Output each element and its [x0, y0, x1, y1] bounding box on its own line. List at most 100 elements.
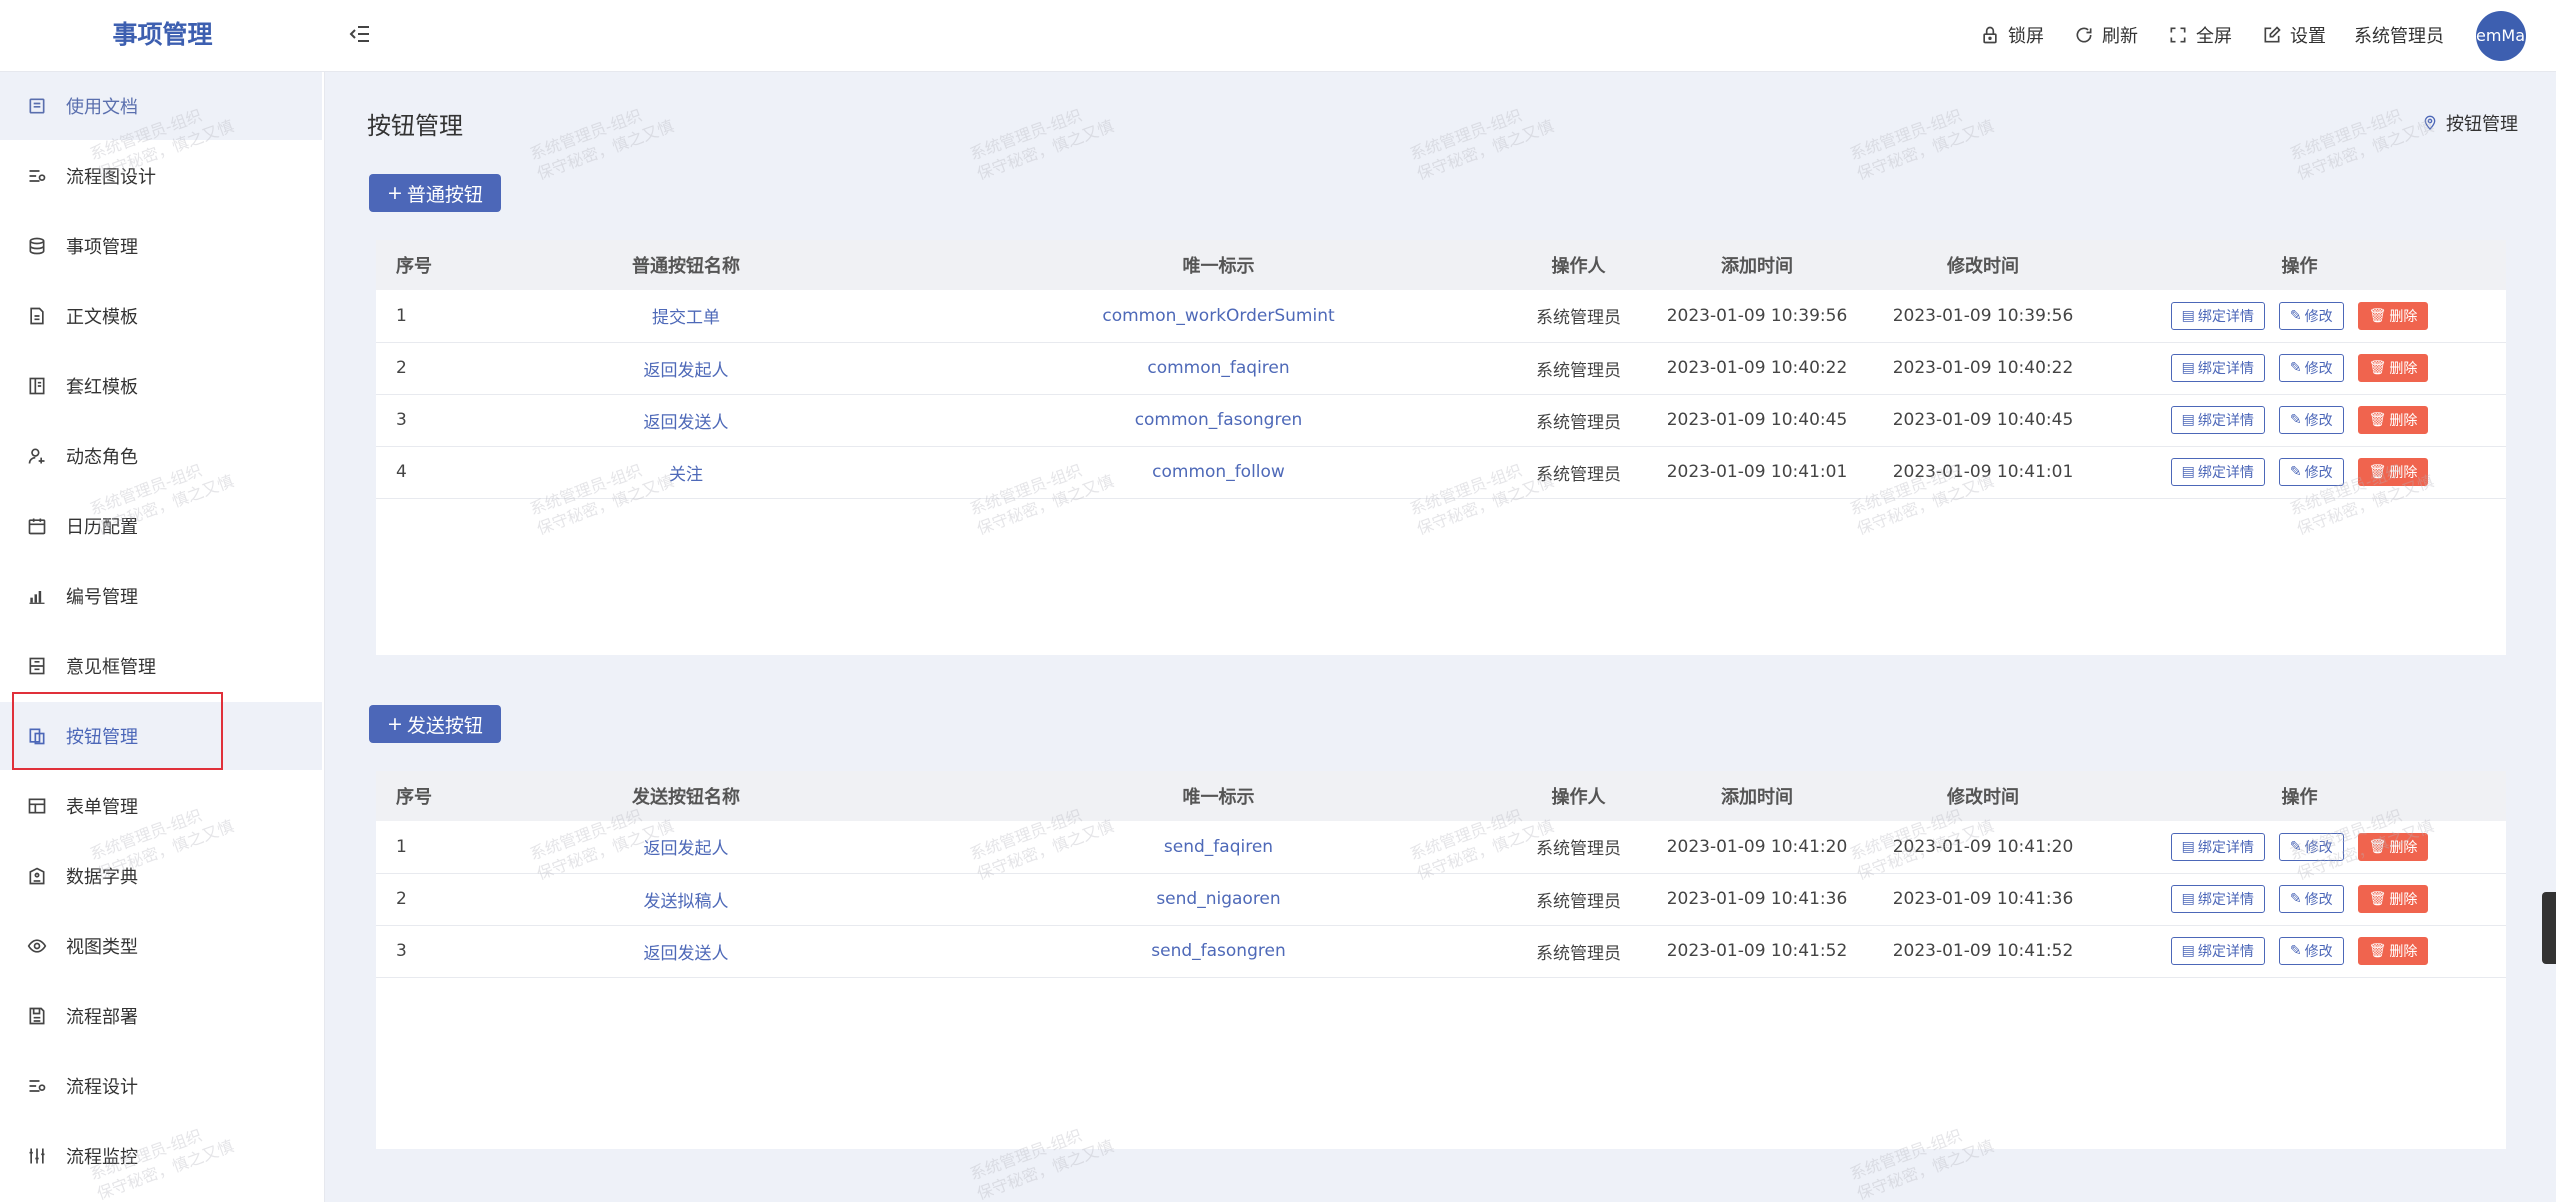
add-send-button[interactable]: + 发送按钮	[369, 705, 501, 743]
lock-screen-button[interactable]: 锁屏	[1980, 20, 2044, 50]
add-send-label: 发送按钮	[406, 714, 483, 737]
edit-button[interactable]: ✎ 修改	[2278, 354, 2344, 382]
avatar[interactable]: emMan	[2476, 11, 2526, 61]
pencil-icon: ✎	[2289, 838, 2302, 855]
edit-button[interactable]: ✎ 修改	[2278, 885, 2344, 913]
cell-name-link[interactable]: 返回发起人	[451, 342, 921, 395]
sidebar-item-view-type[interactable]: 视图类型	[0, 912, 322, 980]
bind-detail-button[interactable]: ▤ 绑定详情	[2170, 406, 2265, 434]
watermark-line: 保守秘密，慎之又慎	[1854, 116, 1997, 184]
edit-button[interactable]: ✎ 修改	[2278, 832, 2344, 861]
edit-button[interactable]: ✎ 修改	[2278, 406, 2344, 434]
sidebar-item-flow-chart-design[interactable]: 流程图设计	[0, 142, 322, 210]
col-header: 唯一标示	[921, 771, 1516, 821]
cell-added-time: 2023-01-09 10:41:20	[1641, 821, 1873, 874]
bind-detail-button[interactable]: ▤ 绑定详情	[2170, 301, 2265, 330]
sidebar-item-docs[interactable]: 使用文档	[0, 72, 322, 140]
copy-icon	[26, 725, 48, 747]
table-row: 2 发送拟稿人 send_nigaoren 系统管理员 2023-01-09 1…	[376, 873, 2506, 926]
cell-modified-time: 2023-01-09 10:39:56	[1873, 290, 2093, 343]
fullscreen-button[interactable]: 全屏	[2168, 20, 2232, 50]
user-name[interactable]: 系统管理员	[2354, 20, 2444, 50]
refresh-label: 刷新	[2102, 26, 2138, 47]
sidebar-item-calendar[interactable]: 日历配置	[0, 492, 322, 560]
cell-name-link[interactable]: 返回发起人	[451, 821, 921, 874]
sidebar-item-label: 表单管理	[66, 797, 138, 818]
delete-button[interactable]: 🗑 删除	[2357, 458, 2429, 486]
edit-button[interactable]: ✎ 修改	[2278, 301, 2344, 330]
watermark-line: 系统管理员-组织	[1847, 105, 1965, 164]
trash-icon: 🗑	[2368, 838, 2387, 855]
cell-key-link[interactable]: common_fasongren	[921, 394, 1516, 447]
trash-icon: 🗑	[2368, 360, 2387, 376]
top-header: 事项管理 锁屏 刷新 全屏 设置 系统管理员 emMan	[0, 0, 2556, 72]
send-buttons-table: 序号 发送按钮名称 唯一标示 操作人 添加时间 修改时间 操作 1 返回发起人 …	[376, 771, 2506, 978]
sidebar-item-label: 流程设计	[66, 1077, 138, 1098]
sidebar-item-monitor[interactable]: 流程监控	[0, 1122, 322, 1190]
edit-button[interactable]: ✎ 修改	[2278, 458, 2344, 486]
add-common-label: 普通按钮	[406, 183, 483, 206]
delete-button[interactable]: 🗑 删除	[2357, 354, 2429, 382]
delete-label: 删除	[2389, 413, 2418, 429]
menu-collapse-icon[interactable]	[348, 22, 374, 48]
delete-button[interactable]: 🗑 删除	[2357, 406, 2429, 434]
sidebar-item-label: 动态角色	[66, 447, 138, 468]
edit-label: 修改	[2304, 944, 2333, 960]
cell-key-link[interactable]: common_faqiren	[921, 342, 1516, 395]
delete-button[interactable]: 🗑 删除	[2357, 937, 2429, 965]
sidebar-item-red-template[interactable]: 套红模板	[0, 352, 322, 420]
settings-button[interactable]: 设置	[2262, 20, 2326, 50]
delete-button[interactable]: 🗑 删除	[2357, 301, 2429, 330]
col-header: 修改时间	[1873, 240, 2093, 290]
cell-name-link[interactable]: 发送拟稿人	[451, 873, 921, 926]
sidebar-item-numbering[interactable]: 编号管理	[0, 562, 322, 630]
sidebar: 使用文档 流程图设计 事项管理 正文模板 套红模板 动态角色 日历配置 编号管理…	[0, 72, 325, 1202]
bind-detail-button[interactable]: ▤ 绑定详情	[2170, 885, 2265, 913]
bind-detail-button[interactable]: ▤ 绑定详情	[2170, 832, 2265, 861]
cell-index: 1	[376, 290, 451, 343]
add-common-button[interactable]: + 普通按钮	[369, 174, 501, 212]
sidebar-item-dynamic-role[interactable]: 动态角色	[0, 422, 322, 490]
lock-icon	[1983, 26, 1997, 44]
cell-operator: 系统管理员	[1516, 925, 1641, 978]
sidebar-item-opinion-box[interactable]: 意见框管理	[0, 632, 322, 700]
bind-label: 绑定详情	[2197, 308, 2254, 325]
sidebar-item-body-template[interactable]: 正文模板	[0, 282, 322, 350]
sidebar-item-buttons[interactable]: 按钮管理	[0, 702, 322, 770]
cell-operator: 系统管理员	[1516, 290, 1641, 343]
bind-detail-button[interactable]: ▤ 绑定详情	[2170, 354, 2265, 382]
col-header: 唯一标示	[921, 240, 1516, 290]
side-drawer-handle[interactable]	[2542, 892, 2556, 964]
app-title: 事项管理	[112, 20, 213, 49]
delete-button[interactable]: 🗑 删除	[2357, 885, 2429, 913]
cell-key-link[interactable]: common_follow	[921, 446, 1516, 499]
cell-added-time: 2023-01-09 10:39:56	[1641, 290, 1873, 343]
sidebar-item-forms[interactable]: 表单管理	[0, 772, 322, 840]
sidebar-item-flow-design[interactable]: 流程设计	[0, 1052, 322, 1120]
cell-key-link[interactable]: send_fasongren	[921, 925, 1516, 978]
sidebar-item-matters[interactable]: 事项管理	[0, 212, 322, 280]
cell-name-link[interactable]: 返回发送人	[451, 925, 921, 978]
sidebar-item-deploy[interactable]: 流程部署	[0, 982, 322, 1050]
cell-name-link[interactable]: 关注	[451, 446, 921, 499]
cell-actions: ▤ 绑定详情 ✎ 修改 🗑 删除	[2093, 290, 2506, 343]
edit-button[interactable]: ✎ 修改	[2278, 937, 2344, 965]
cell-key-link[interactable]: common_workOrderSumint	[921, 290, 1516, 343]
table-icon	[26, 795, 48, 817]
delete-button[interactable]: 🗑 删除	[2357, 832, 2429, 861]
bind-detail-button[interactable]: ▤ 绑定详情	[2170, 458, 2265, 486]
col-header: 操作	[2093, 240, 2506, 290]
calendar-small-icon: ▤	[2181, 307, 2195, 324]
bind-detail-button[interactable]: ▤ 绑定详情	[2170, 937, 2265, 965]
refresh-button[interactable]: 刷新	[2074, 20, 2138, 50]
trash-icon: 🗑	[2368, 891, 2387, 907]
page-title: 按钮管理	[367, 112, 463, 140]
sidebar-item-dictionary[interactable]: 数据字典	[0, 842, 322, 910]
cell-name-link[interactable]: 返回发送人	[451, 394, 921, 447]
cell-key-link[interactable]: send_nigaoren	[921, 873, 1516, 926]
cell-name-link[interactable]: 提交工单	[451, 290, 921, 343]
bind-label: 绑定详情	[2197, 361, 2254, 377]
template-icon	[26, 305, 48, 327]
trash-icon: 🗑	[2368, 412, 2387, 428]
cell-key-link[interactable]: send_faqiren	[921, 821, 1516, 874]
